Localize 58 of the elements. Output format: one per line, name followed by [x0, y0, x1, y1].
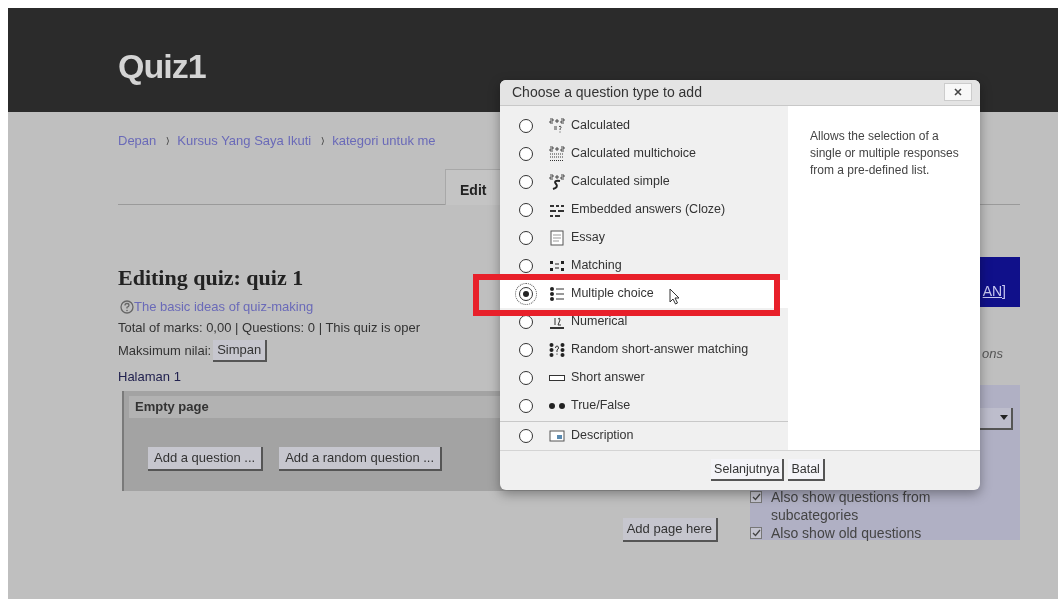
question-type-icon: [549, 229, 565, 246]
add-page-button[interactable]: Add page here: [622, 518, 718, 542]
cursor-icon: [669, 288, 680, 305]
radio-button[interactable]: [519, 342, 533, 357]
panel-note: ons: [982, 345, 1003, 363]
dialog-button[interactable]: Selanjutnya: [711, 459, 785, 482]
banner-text: AN]: [982, 281, 1006, 301]
page-title: Quiz1: [118, 46, 206, 86]
radio-button[interactable]: [519, 286, 533, 301]
save-button[interactable]: Simpan: [213, 340, 268, 362]
question-type-icon: [549, 341, 565, 358]
radio-button[interactable]: [519, 146, 533, 161]
help-icon: [120, 300, 134, 314]
checkbox-label: Also show questions from subcategories: [771, 487, 932, 524]
option-label: Calculated simple: [571, 175, 670, 189]
option-label: Numerical: [571, 315, 628, 329]
option-label: Short answer: [571, 371, 645, 385]
checkbox[interactable]: [750, 526, 762, 539]
checkbox-label: Also show old questions: [771, 523, 922, 542]
question-type-icon: [549, 427, 565, 444]
type-description: Allows the selection of a single or multiple responses from a pre-defined list.: [810, 127, 960, 179]
close-button[interactable]: [944, 83, 972, 102]
quiz-summary: Total of marks: 0,00 | Questions: 0 | This quiz is oper: [118, 319, 421, 337]
radio-button[interactable]: [519, 370, 533, 385]
dropdown-caret-icon: [1000, 415, 1008, 420]
question-type-icon: [549, 173, 565, 190]
option-label: Multiple choice: [571, 287, 654, 301]
radio-button[interactable]: [519, 174, 533, 189]
option-label: Essay: [571, 231, 606, 245]
radio-button[interactable]: [519, 202, 533, 217]
selected-option-row[interactable]: Multiple choice: [500, 279, 788, 308]
max-grade-label: Maksimum nilai:: [118, 342, 212, 361]
add-question-button[interactable]: Add a random question ...: [279, 447, 443, 471]
radio-button[interactable]: [519, 258, 533, 273]
question-type-icon: [549, 285, 565, 302]
radio-button[interactable]: [519, 118, 533, 133]
option-label: Calculated multichoice: [571, 147, 697, 161]
question-type-icon: [549, 145, 565, 162]
radio-button[interactable]: [519, 428, 533, 443]
checkbox[interactable]: [750, 490, 762, 503]
category-select[interactable]: [979, 407, 1013, 430]
option-label: Random short-answer matching: [571, 343, 749, 357]
radio-button[interactable]: [519, 398, 533, 413]
breadcrumb-separator-icon: [321, 135, 327, 146]
radio-button[interactable]: [519, 230, 533, 245]
close-icon: [954, 88, 962, 97]
option-label: Embedded answers (Cloze): [571, 203, 726, 217]
dialog-title: Choose a question type to add: [512, 82, 702, 102]
dialog-button[interactable]: Batal: [788, 459, 825, 482]
option-label: Matching: [571, 259, 622, 273]
page-label: Halaman 1: [118, 368, 181, 386]
add-question-button[interactable]: Add a question ...: [148, 447, 264, 471]
breadcrumb-separator-icon: [166, 135, 172, 146]
option-label: Description: [571, 429, 634, 443]
question-type-icon: [549, 117, 565, 134]
option-label: True/False: [571, 399, 631, 413]
page-heading: Editing quiz: quiz 1: [118, 264, 304, 292]
option-label: Calculated: [571, 119, 631, 133]
